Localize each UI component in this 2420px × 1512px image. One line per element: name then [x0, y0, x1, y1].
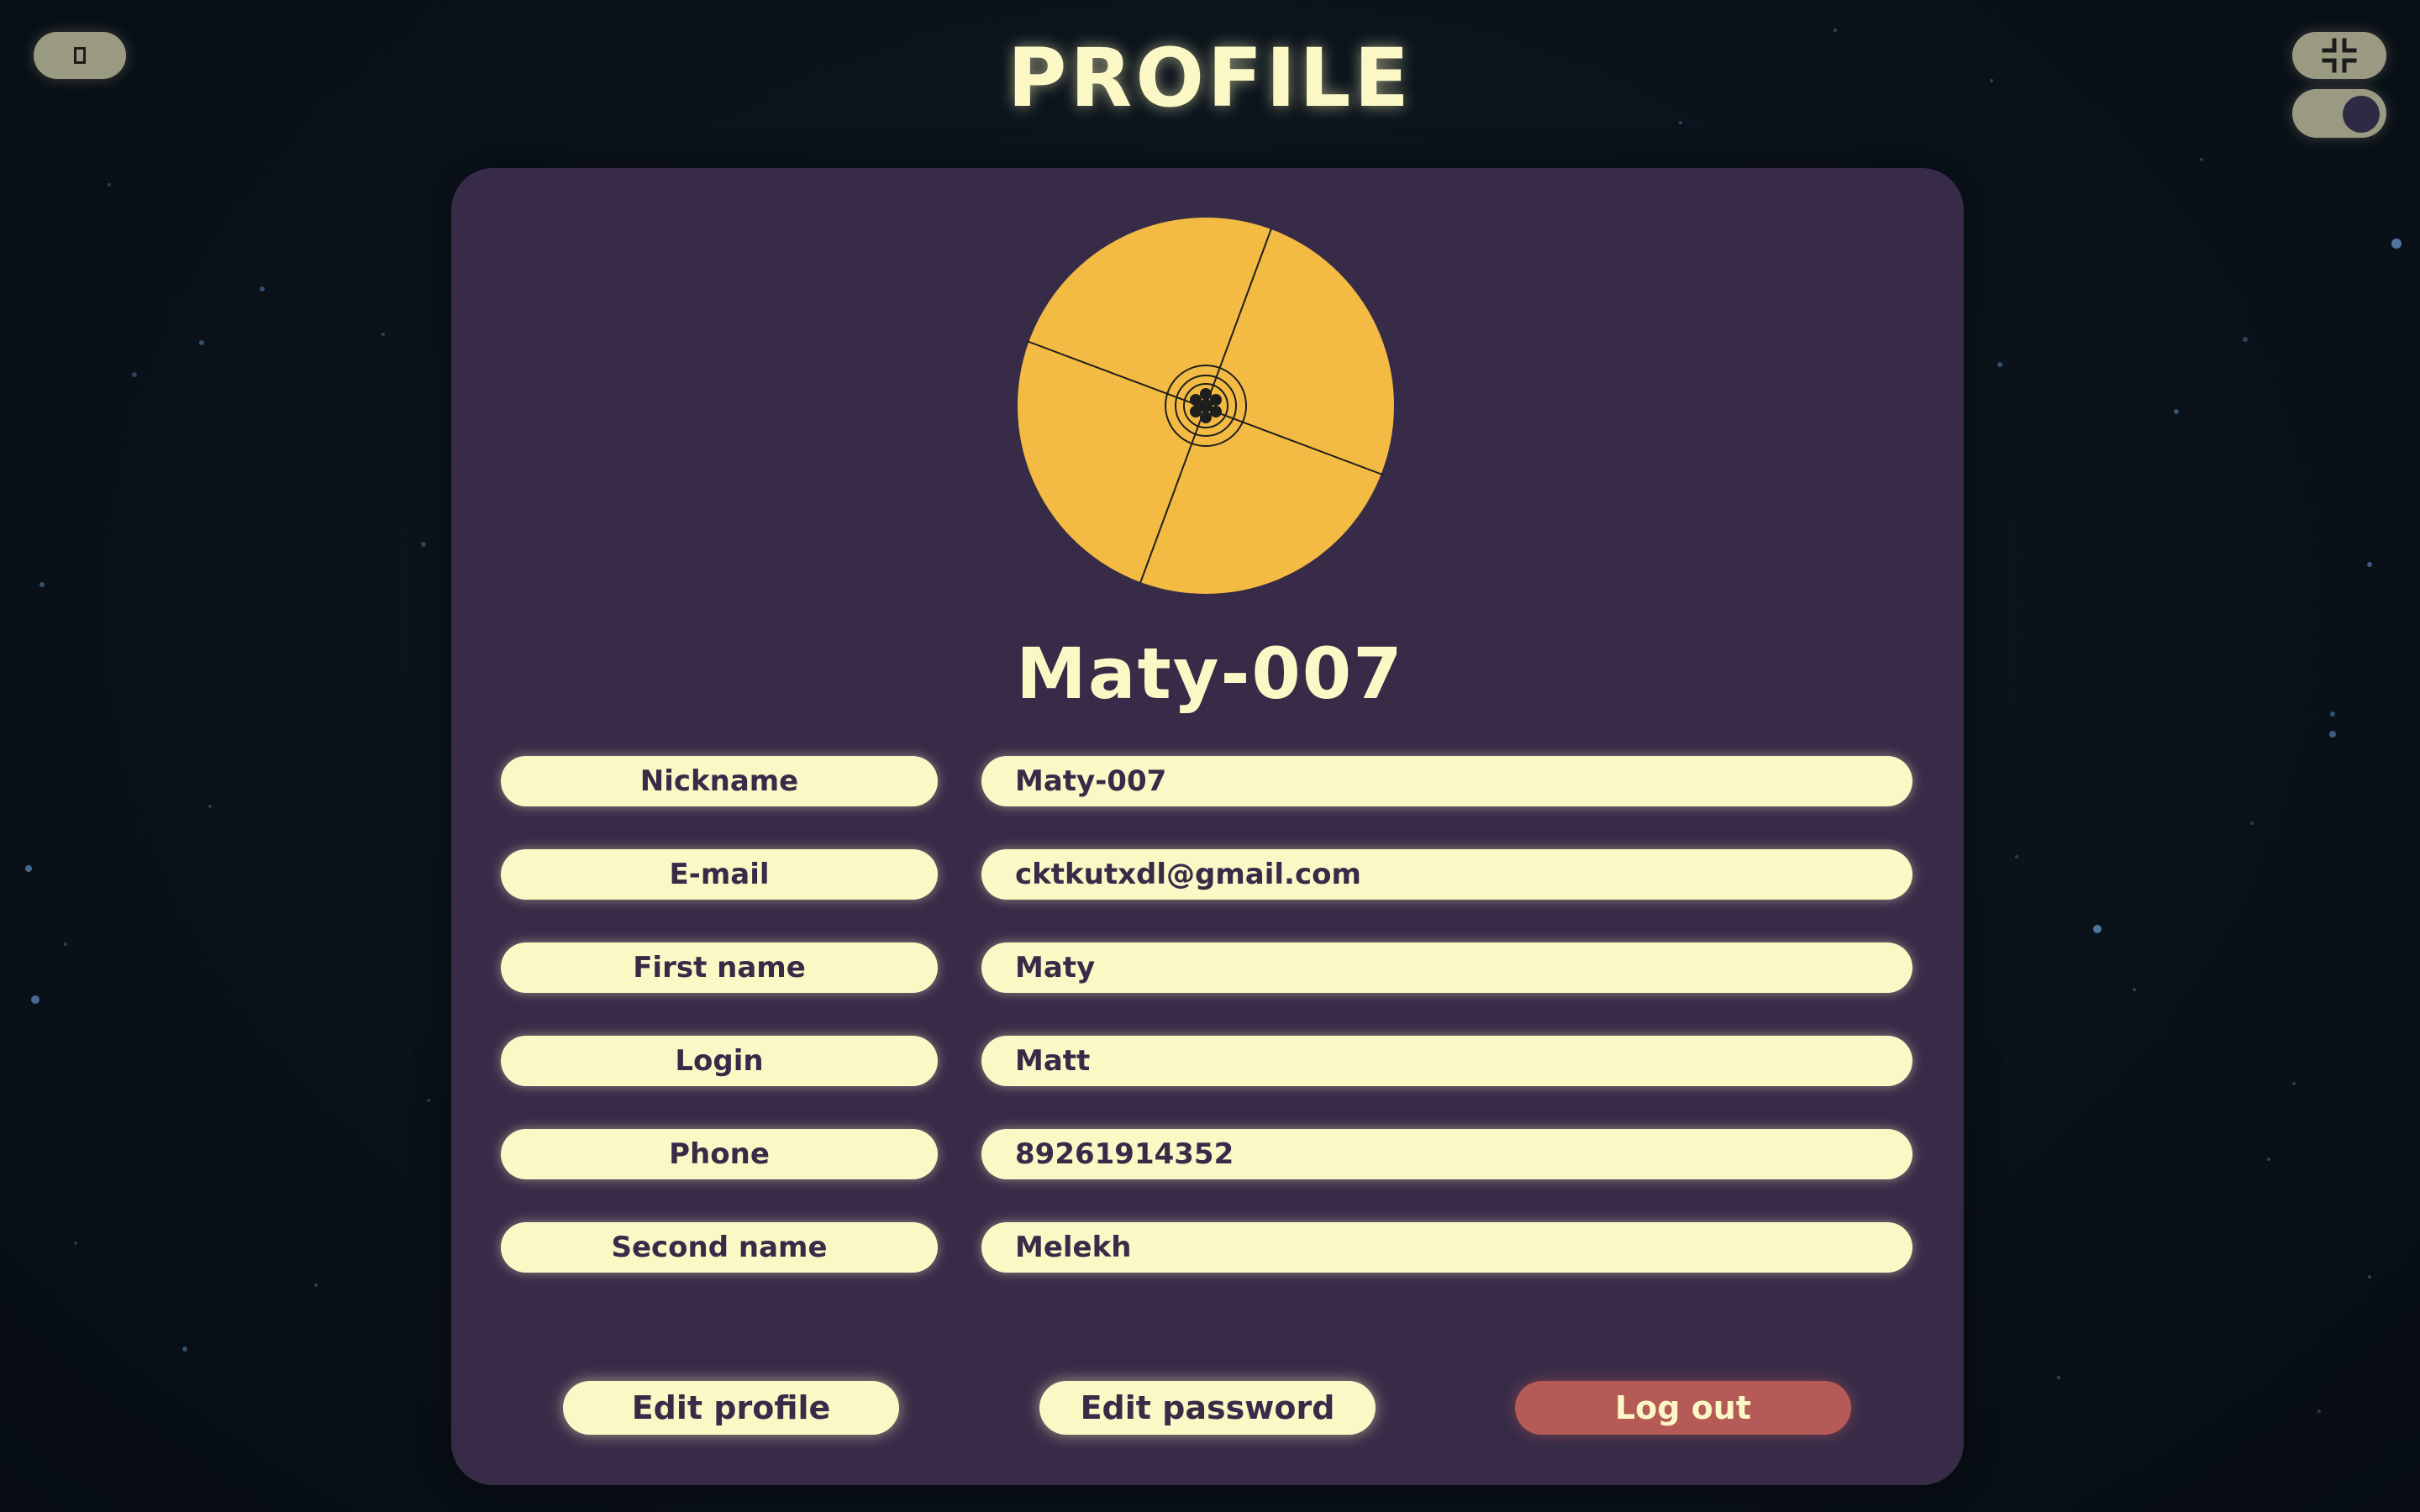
field-label-phone: Phone	[501, 1129, 938, 1179]
page-title: PROFILE	[1007, 31, 1413, 125]
field-label-email: E-mail	[501, 849, 938, 900]
field-label-nickname: Nickname	[501, 756, 938, 806]
field-label-first-name: First name	[501, 942, 938, 993]
avatar[interactable]	[1017, 217, 1395, 595]
edit-password-button[interactable]: Edit password	[1039, 1381, 1376, 1435]
field-value-login: Matt	[981, 1036, 1912, 1086]
field-value-phone: 89261914352	[981, 1129, 1912, 1179]
field-label-second-name: Second name	[501, 1222, 938, 1273]
field-row-nickname: Nickname Maty-007	[0, 756, 2420, 810]
field-label-login: Login	[501, 1036, 938, 1086]
field-row-login: Login Matt	[0, 1036, 2420, 1089]
field-row-email: E-mail cktkutxdl@gmail.com	[0, 849, 2420, 903]
field-value-nickname: Maty-007	[981, 756, 1912, 806]
logout-button[interactable]: Log out	[1515, 1381, 1851, 1435]
field-value-first-name: Maty	[981, 942, 1912, 993]
field-value-second-name: Melekh	[981, 1222, 1912, 1273]
field-row-second-name: Second name Melekh	[0, 1222, 2420, 1276]
edit-profile-button[interactable]: Edit profile	[563, 1381, 899, 1435]
field-row-first-name: First name Maty	[0, 942, 2420, 996]
field-row-phone: Phone 89261914352	[0, 1129, 2420, 1183]
field-value-email: cktkutxdl@gmail.com	[981, 849, 1912, 900]
profile-username: Maty-007	[1016, 633, 1404, 715]
